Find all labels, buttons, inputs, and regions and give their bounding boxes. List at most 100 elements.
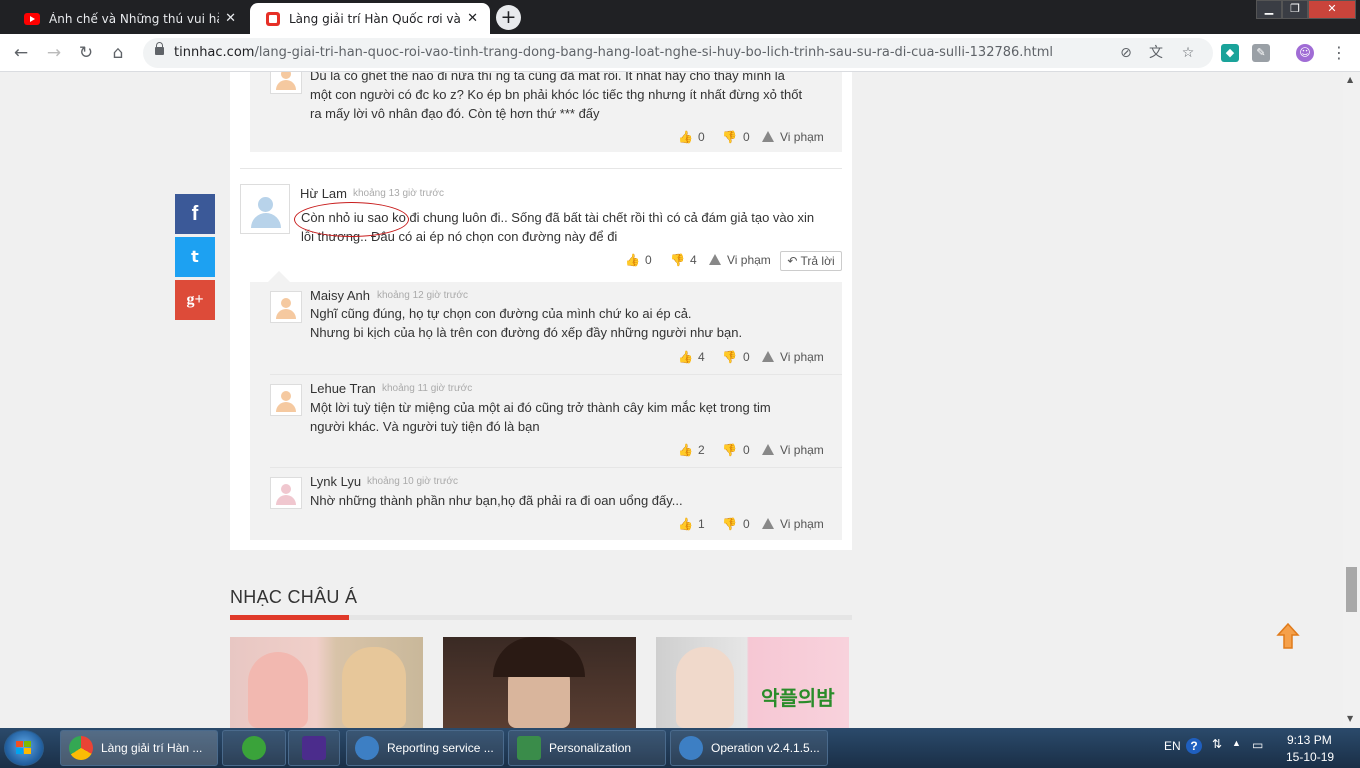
monitor-icon [517,736,541,760]
tab-tinnhac[interactable]: Làng giải trí Hàn Quốc rơi vào tìn ✕ [250,3,490,34]
scroll-down-icon[interactable]: ▼ [1347,714,1353,723]
section-rule [230,615,852,620]
page-viewport: Dù là có ghét thế nào đi nữa thì ng ta c… [0,72,1343,728]
tab-youtube[interactable]: Ảnh chế và Những thú vui hài hư ✕ [8,3,248,34]
cookie-blocked-icon[interactable]: ⊘ [1117,44,1135,62]
section-title[interactable]: NHẠC CHÂU Á [230,587,357,608]
taskbar-app[interactable] [222,730,286,766]
comment-author[interactable]: Lehue Tran [310,381,376,396]
dislike-icon[interactable]: 👎 [722,443,737,457]
minimize-button[interactable]: ▁ [1256,0,1282,19]
gear-icon [355,736,379,760]
extension-icon[interactable]: ✎ [1252,44,1270,62]
comment-text: Dù là có ghét thế nào đi nữa thì ng ta c… [310,72,803,121]
menu-dots-icon[interactable]: ⋮ [1330,44,1348,62]
taskbar-operation[interactable]: Operation v2.4.1.5... [670,730,828,766]
dislike-icon[interactable]: 👎 [722,130,737,144]
start-button[interactable] [4,730,44,766]
address-bar[interactable]: tinnhac.com/lang-giai-tri-han-quoc-roi-v… [143,38,1213,68]
url-text: tinnhac.com/lang-giai-tri-han-quoc-roi-v… [174,45,1054,60]
twitter-share-button[interactable]: t [175,237,215,277]
maximize-button[interactable]: ❐ [1282,0,1308,19]
comment-text: Nghĩ cũng đúng, họ tự chọn con đường của… [310,306,743,340]
monitor-tray-icon[interactable]: ▭ [1252,738,1263,752]
taskbar-app[interactable] [288,730,340,766]
clock-date[interactable]: 15-10-19 [1286,750,1334,764]
back-to-top-icon[interactable] [1276,622,1300,650]
language-indicator[interactable]: EN [1164,739,1181,753]
like-icon[interactable]: 👍 [678,350,693,364]
comment-author[interactable]: Lynk Lyu [310,474,361,489]
like-count: 2 [698,443,705,457]
dislike-icon[interactable]: 👎 [722,350,737,364]
warning-icon [762,351,774,362]
home-icon[interactable]: ⌂ [106,41,130,65]
taskbar-reporting[interactable]: Reporting service ... [346,730,504,766]
facebook-share-button[interactable]: f [175,194,215,234]
divider [240,168,842,169]
like-icon[interactable]: 👍 [678,130,693,144]
dislike-icon[interactable]: 👎 [722,517,737,531]
shield-extension-icon[interactable]: ◆ [1221,44,1239,62]
close-tab-icon[interactable]: ✕ [225,11,236,26]
report-link[interactable]: Vi phạm [727,253,771,267]
close-tab-icon[interactable]: ✕ [467,11,478,26]
avatar [270,384,302,416]
report-link[interactable]: Vi phạm [780,517,824,531]
comment-text: Một lời tuỳ tiện từ miệng của một ai đó … [310,400,771,434]
dislike-count: 4 [690,253,697,267]
tinnhac-icon [266,11,280,26]
warning-icon [762,131,774,142]
scroll-thumb[interactable] [1346,567,1357,612]
reply-arrow-icon: ↶ [787,254,801,268]
profile-avatar[interactable]: ☺ [1296,44,1314,62]
reload-icon[interactable]: ↻ [74,41,98,65]
back-icon[interactable]: ← [9,41,33,65]
lock-icon [155,42,164,55]
comment-time: khoảng 10 giờ trước [367,476,458,487]
page-scrollbar[interactable]: ▲ ▼ [1343,72,1360,728]
red-circle-annotation [294,202,409,237]
windows-logo-icon [16,741,31,754]
bookmark-star-icon[interactable]: ☆ [1179,44,1197,62]
comment-author[interactable]: Hừ Lam [300,186,347,201]
chrome-icon [69,736,93,760]
tab-strip: Ảnh chế và Những thú vui hài hư ✕ Làng g… [0,0,1360,34]
new-tab-button[interactable]: + [496,5,521,30]
forward-icon[interactable]: → [42,41,66,65]
dislike-icon[interactable]: 👎 [670,253,685,267]
like-icon[interactable]: 👍 [678,517,693,531]
like-icon[interactable]: 👍 [625,253,640,267]
report-link[interactable]: Vi phạm [780,350,824,364]
report-link[interactable]: Vi phạm [780,130,824,144]
help-icon[interactable]: ? [1186,738,1202,754]
article-thumbnail[interactable]: 악플의밤 [656,637,849,728]
warning-icon [709,254,721,265]
gear-icon [679,736,703,760]
taskbar-personalization[interactable]: Personalization [508,730,666,766]
divider [270,374,842,375]
comment-time: khoảng 12 giờ trước [377,290,468,301]
dislike-count: 0 [743,517,750,531]
like-icon[interactable]: 👍 [678,443,693,457]
article-thumbnail[interactable] [230,637,423,728]
comment-author[interactable]: Maisy Anh [310,288,370,303]
scroll-up-icon[interactable]: ▲ [1347,75,1353,84]
tray-expand-icon[interactable]: ▲ [1232,738,1241,748]
chip-icon [302,736,326,760]
translate-icon[interactable]: 文 [1147,44,1165,62]
taskbar-chrome[interactable]: Làng giải trí Hàn ... [60,730,218,766]
tab-title: Ảnh chế và Những thú vui hài hư [49,11,219,26]
warning-icon [762,444,774,455]
dislike-count: 0 [743,350,750,364]
comment-time: khoảng 11 giờ trước [382,383,473,394]
network-icon[interactable]: ⇅ [1212,737,1222,751]
close-window-button[interactable]: ✕ [1308,0,1356,19]
report-link[interactable]: Vi phạm [780,443,824,457]
clock-time[interactable]: 9:13 PM [1287,733,1332,747]
reply-button[interactable]: ↶ Trả lời [780,251,842,271]
google-plus-share-button[interactable]: g+ [175,280,215,320]
article-thumbnail[interactable] [443,637,636,728]
avatar [270,72,302,94]
tab-title: Làng giải trí Hàn Quốc rơi vào tìn [289,11,461,26]
